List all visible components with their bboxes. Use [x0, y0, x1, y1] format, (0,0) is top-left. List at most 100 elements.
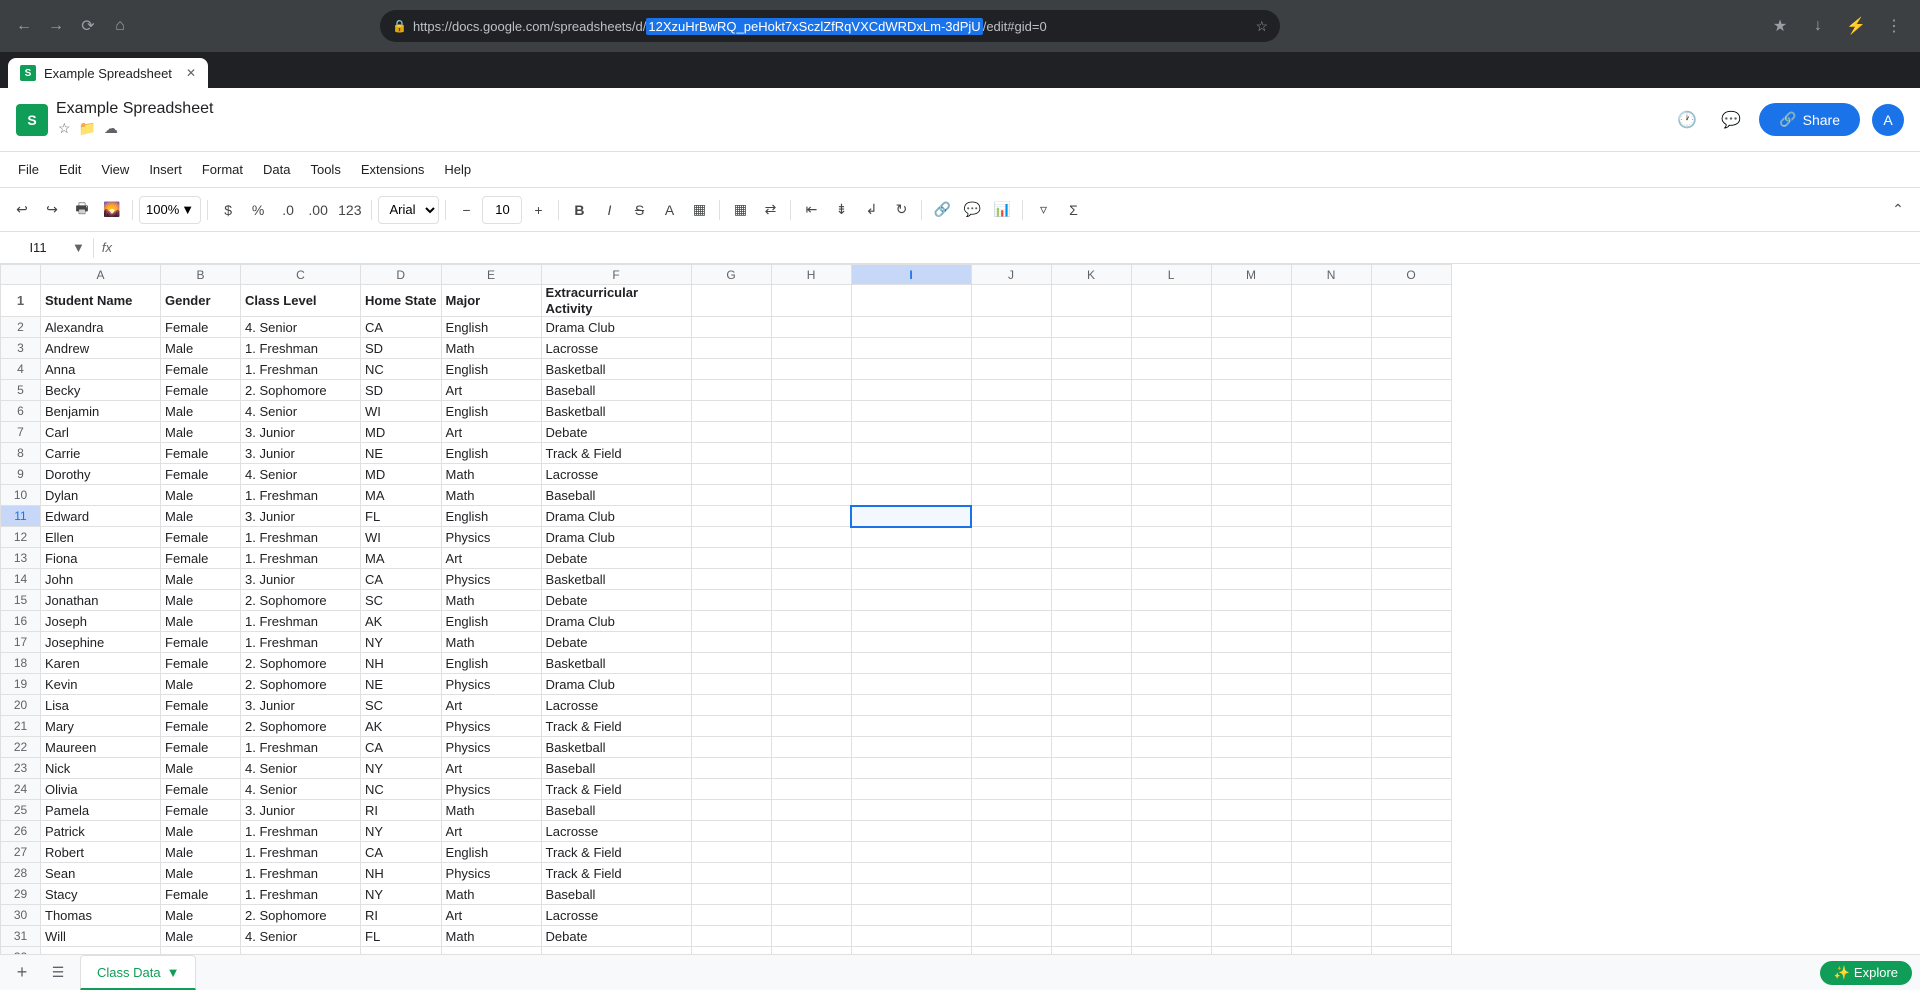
cell-f27[interactable]: Track & Field [541, 842, 691, 863]
cell-o11[interactable] [1371, 506, 1451, 527]
cell-o3[interactable] [1371, 338, 1451, 359]
cell-k27[interactable] [1051, 842, 1131, 863]
cell-i28[interactable] [851, 863, 971, 884]
cell-e5[interactable]: Art [441, 380, 541, 401]
cell-f26[interactable]: Lacrosse [541, 821, 691, 842]
cell-d17[interactable]: NY [361, 632, 442, 653]
cell-h16[interactable] [771, 611, 851, 632]
cell-f13[interactable]: Debate [541, 548, 691, 569]
cell-f22[interactable]: Basketball [541, 737, 691, 758]
cell-j25[interactable] [971, 800, 1051, 821]
cell-e16[interactable]: English [441, 611, 541, 632]
cell-n22[interactable] [1291, 737, 1371, 758]
cell-b26[interactable]: Male [161, 821, 241, 842]
cell-i5[interactable] [851, 380, 971, 401]
cell-g15[interactable] [691, 590, 771, 611]
cell-f20[interactable]: Lacrosse [541, 695, 691, 716]
cell-c16[interactable]: 1. Freshman [241, 611, 361, 632]
valign-button[interactable]: ⇟ [827, 196, 855, 224]
cell-o9[interactable] [1371, 464, 1451, 485]
cell-c4[interactable]: 1. Freshman [241, 359, 361, 380]
cell-a23[interactable]: Nick [41, 758, 161, 779]
row-header-25[interactable]: 25 [1, 800, 41, 821]
cell-g23[interactable] [691, 758, 771, 779]
cell-d25[interactable]: RI [361, 800, 442, 821]
cell-m10[interactable] [1211, 485, 1291, 506]
header-cell-j[interactable] [971, 285, 1051, 317]
cell-k12[interactable] [1051, 527, 1131, 548]
row-header-30[interactable]: 30 [1, 905, 41, 926]
cell-h2[interactable] [771, 317, 851, 338]
cell-e8[interactable]: English [441, 443, 541, 464]
col-header-j[interactable]: J [971, 265, 1051, 285]
cell-o29[interactable] [1371, 884, 1451, 905]
cell-h18[interactable] [771, 653, 851, 674]
cell-k31[interactable] [1051, 926, 1131, 947]
row-header-12[interactable]: 12 [1, 527, 41, 548]
cell-d28[interactable]: NH [361, 863, 442, 884]
cell-c10[interactable]: 1. Freshman [241, 485, 361, 506]
cell-e4[interactable]: English [441, 359, 541, 380]
cell-i10[interactable] [851, 485, 971, 506]
cell-b15[interactable]: Male [161, 590, 241, 611]
extensions-icon[interactable]: ⚡ [1840, 10, 1872, 42]
cell-i2[interactable] [851, 317, 971, 338]
align-button[interactable]: ⇤ [797, 196, 825, 224]
cell-f24[interactable]: Track & Field [541, 779, 691, 800]
cell-g32[interactable] [691, 947, 771, 954]
cell-b8[interactable]: Female [161, 443, 241, 464]
cell-n27[interactable] [1291, 842, 1371, 863]
cell-a31[interactable]: Will [41, 926, 161, 947]
cell-a16[interactable]: Joseph [41, 611, 161, 632]
cell-n14[interactable] [1291, 569, 1371, 590]
cell-a6[interactable]: Benjamin [41, 401, 161, 422]
cell-l17[interactable] [1131, 632, 1211, 653]
sheet-list-button[interactable]: ☰ [44, 959, 72, 987]
cell-n19[interactable] [1291, 674, 1371, 695]
cell-h14[interactable] [771, 569, 851, 590]
cell-e29[interactable]: Math [441, 884, 541, 905]
cell-g13[interactable] [691, 548, 771, 569]
cell-o12[interactable] [1371, 527, 1451, 548]
row-header-14[interactable]: 14 [1, 569, 41, 590]
tab-close-button[interactable]: ✕ [186, 66, 196, 80]
cell-b4[interactable]: Female [161, 359, 241, 380]
cell-h4[interactable] [771, 359, 851, 380]
cell-a13[interactable]: Fiona [41, 548, 161, 569]
cell-o6[interactable] [1371, 401, 1451, 422]
cell-d11[interactable]: FL [361, 506, 442, 527]
cell-i32[interactable] [851, 947, 971, 954]
cell-d3[interactable]: SD [361, 338, 442, 359]
cell-g9[interactable] [691, 464, 771, 485]
cell-g4[interactable] [691, 359, 771, 380]
cell-i22[interactable] [851, 737, 971, 758]
cell-k30[interactable] [1051, 905, 1131, 926]
decimal-increase-button[interactable]: .00 [304, 196, 332, 224]
cell-b13[interactable]: Female [161, 548, 241, 569]
cell-e22[interactable]: Physics [441, 737, 541, 758]
history-icon[interactable]: 🕐 [1671, 104, 1703, 136]
cell-d12[interactable]: WI [361, 527, 442, 548]
row-header-6[interactable]: 6 [1, 401, 41, 422]
cell-m18[interactable] [1211, 653, 1291, 674]
cell-i7[interactable] [851, 422, 971, 443]
cell-k29[interactable] [1051, 884, 1131, 905]
collapse-toolbar-button[interactable]: ⌃ [1884, 196, 1912, 224]
strikethrough-button[interactable]: S [625, 196, 653, 224]
cell-k8[interactable] [1051, 443, 1131, 464]
cell-n20[interactable] [1291, 695, 1371, 716]
cell-j9[interactable] [971, 464, 1051, 485]
cell-d7[interactable]: MD [361, 422, 442, 443]
cell-b11[interactable]: Male [161, 506, 241, 527]
cell-b22[interactable]: Female [161, 737, 241, 758]
cell-m31[interactable] [1211, 926, 1291, 947]
cell-i20[interactable] [851, 695, 971, 716]
cell-j22[interactable] [971, 737, 1051, 758]
cell-j6[interactable] [971, 401, 1051, 422]
cell-j5[interactable] [971, 380, 1051, 401]
cell-a2[interactable]: Alexandra [41, 317, 161, 338]
cell-o7[interactable] [1371, 422, 1451, 443]
cell-h21[interactable] [771, 716, 851, 737]
cell-m15[interactable] [1211, 590, 1291, 611]
cell-c14[interactable]: 3. Junior [241, 569, 361, 590]
